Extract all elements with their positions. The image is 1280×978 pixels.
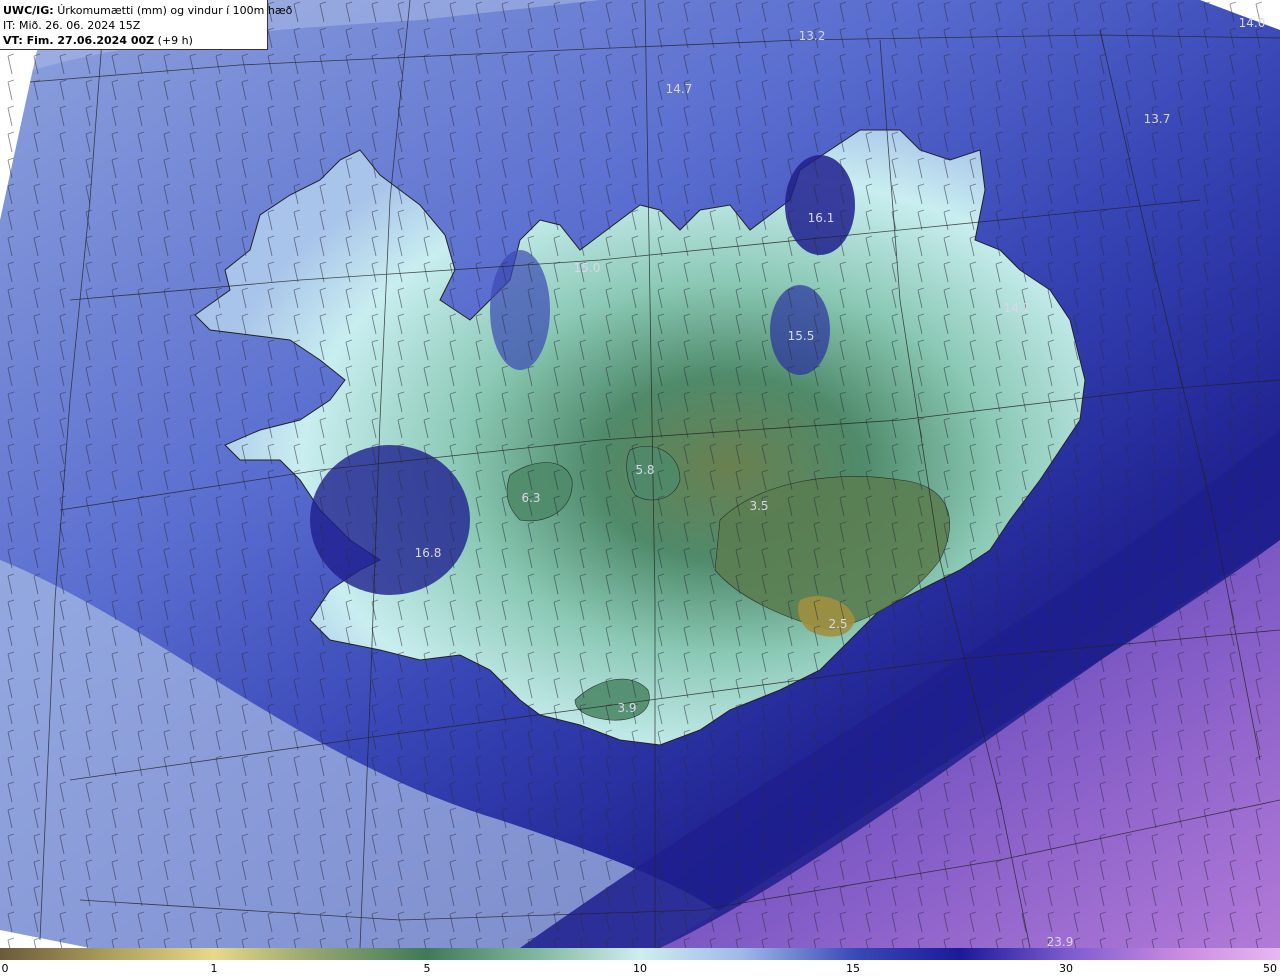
colorbar-tick: 50 — [1263, 962, 1277, 975]
model-label: UWC/IG: — [3, 4, 54, 17]
valid-time-line: VT: Fim. 27.06.2024 00Z (+9 h) — [3, 33, 264, 48]
value-label: 16.8 — [414, 546, 442, 560]
issue-time: IT: Mið. 26. 06. 2024 15Z — [3, 19, 141, 32]
value-label: 14.1 — [1003, 301, 1031, 315]
value-label: 16.1 — [807, 211, 835, 225]
title-line: UWC/IG: Úrkomumætti (mm) og vindur í 100… — [3, 3, 292, 18]
value-label: 6.3 — [521, 491, 541, 505]
value-label: 15.0 — [573, 261, 601, 275]
colorbar-tick: 30 — [1059, 962, 1073, 975]
value-label: 14.0 — [1238, 16, 1266, 30]
colorbar-tick: 0 — [1, 962, 9, 975]
valid-time: VT: Fim. 27.06.2024 00Z — [3, 34, 155, 47]
value-label: 13.7 — [1143, 112, 1171, 126]
value-label: 2.5 — [828, 617, 848, 631]
colorbar-tick: 1 — [210, 962, 218, 975]
value-label: 23.9 — [1046, 935, 1074, 949]
value-label: 13.2 — [798, 29, 826, 43]
value-label: 3.9 — [617, 701, 637, 715]
colorbar: 0 1 5 10 15 30 50 — [0, 948, 1280, 978]
map-title: Úrkomumætti (mm) og vindur í 100m hæð — [57, 4, 293, 17]
forecast-offset: (+9 h) — [157, 34, 193, 47]
colorbar-tick: 5 — [423, 962, 431, 975]
value-label: 15.5 — [787, 329, 815, 343]
colorbar-gradient — [0, 948, 1280, 960]
value-label: 5.8 — [635, 463, 655, 477]
value-label: 14.7 — [665, 82, 693, 96]
colorbar-tick: 10 — [633, 962, 647, 975]
info-box: UWC/IG: Úrkomumætti (mm) og vindur í 100… — [0, 0, 292, 50]
value-label: 3.5 — [749, 499, 769, 513]
colorbar-tick: 15 — [846, 962, 860, 975]
